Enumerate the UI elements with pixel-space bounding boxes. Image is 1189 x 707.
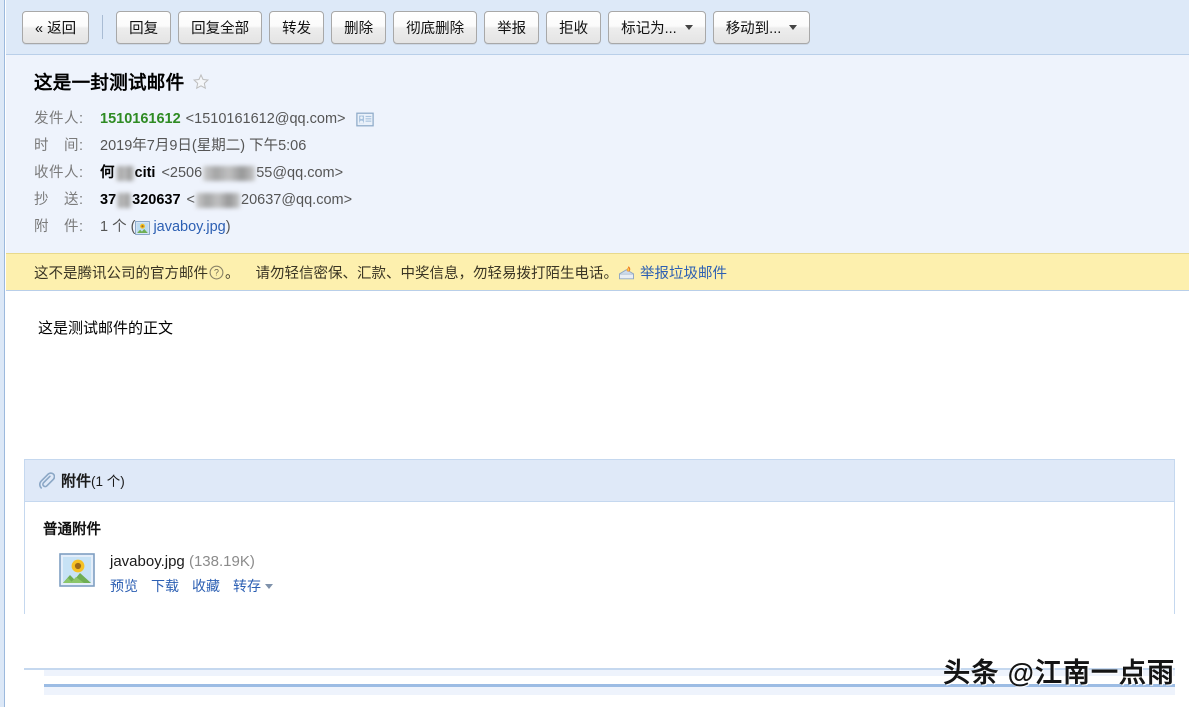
- redacted-block: [115, 166, 134, 181]
- mail-reading-pane: « 返回 回复 回复全部 转发 删除 彻底删除 举报 拒收 标记为... 移动到…: [6, 0, 1189, 707]
- mail-subject: 这是一封测试邮件: [34, 72, 185, 93]
- delete-button-label: 删除: [344, 20, 374, 37]
- to-address-suffix: 55@qq.com>: [256, 165, 344, 181]
- cc-address-suffix: 20637@qq.com>: [241, 192, 353, 208]
- forward-button-label: 转发: [282, 20, 312, 37]
- attachment-name-row: javaboy.jpg (138.19K): [110, 553, 273, 570]
- contact-card-icon[interactable]: [355, 112, 374, 127]
- attachment-download-link[interactable]: 下载: [151, 576, 179, 596]
- cc-name-prefix: 37: [100, 192, 117, 208]
- attachment-filename-link[interactable]: javaboy.jpg: [153, 214, 225, 241]
- attachment-item: javaboy.jpg (138.19K) 预览 下载 收藏 转存: [43, 553, 1174, 596]
- chevron-down-icon: [265, 583, 273, 589]
- reply-all-button[interactable]: 回复全部: [178, 10, 263, 44]
- attachment-summary-row: 附 件: 1 个 ( javaboy.jpg ): [34, 214, 1189, 241]
- reply-all-button-label: 回复全部: [191, 20, 250, 37]
- date-label: 时 间:: [34, 138, 84, 154]
- permanent-delete-button[interactable]: 彻底删除: [393, 10, 478, 44]
- attachment-details: javaboy.jpg (138.19K) 预览 下载 收藏 转存: [110, 553, 273, 596]
- sunflower-thumbnail-icon: [135, 220, 151, 235]
- attachment-actions: 预览 下载 收藏 转存: [110, 576, 273, 596]
- phishing-warning-banner: 这不是腾讯公司的官方邮件 ? 。 请勿轻信密保、汇款、中奖信息，勿轻易拨打陌生电…: [6, 253, 1189, 291]
- forward-button[interactable]: 转发: [269, 10, 325, 44]
- warning-period: 。: [225, 265, 240, 282]
- attachments-panel-title: 附件(1 个): [61, 470, 125, 491]
- mark-as-button-label: 标记为...: [621, 20, 677, 37]
- reject-button[interactable]: 拒收: [546, 10, 602, 44]
- mail-body: 这是测试邮件的正文: [6, 291, 1189, 459]
- watermark: 头条 @江南一点雨: [943, 658, 1175, 688]
- attachments-panel-header: 附件(1 个): [25, 460, 1174, 502]
- report-spam-link[interactable]: 举报垃圾邮件: [640, 262, 727, 283]
- attachment-file-size: (138.19K): [188, 553, 255, 570]
- cc-address-prefix: <: [186, 192, 195, 208]
- redacted-block: [117, 193, 132, 208]
- mail-body-text: 这是测试邮件的正文: [38, 320, 174, 337]
- mail-header: 这是一封测试邮件 发件人: 1510161612 <1510161612@qq.…: [6, 55, 1189, 253]
- from-label: 发件人:: [34, 111, 84, 127]
- to-name-prefix: 何: [100, 165, 115, 181]
- back-button[interactable]: « 返回: [22, 10, 90, 44]
- attachment-favorite-link[interactable]: 收藏: [192, 576, 220, 596]
- attachment-close-paren: ): [225, 219, 231, 235]
- star-outline-icon[interactable]: [192, 73, 210, 91]
- redacted-block: [203, 166, 256, 181]
- to-address-prefix: <2506: [161, 165, 203, 181]
- attachments-title-text: 附件: [61, 473, 92, 490]
- attachment-preview-link[interactable]: 预览: [110, 576, 138, 596]
- attachments-panel: 附件(1 个) 普通附件 javaboy.jpg (138.19K) 预览 下载…: [24, 459, 1175, 614]
- attachment-saveas-label: 转存: [233, 578, 261, 594]
- from-row: 发件人: 1510161612 <1510161612@qq.com>: [34, 106, 1189, 133]
- back-button-label: « 返回: [35, 20, 77, 37]
- spam-mailbox-icon: [619, 265, 634, 279]
- attachment-group-title: 普通附件: [43, 522, 101, 538]
- warning-text: 这不是腾讯公司的官方邮件: [34, 265, 208, 282]
- sunflower-photo-icon[interactable]: [59, 553, 95, 587]
- attachments-count-text: (1 个): [91, 474, 125, 489]
- report-button[interactable]: 举报: [484, 10, 540, 44]
- move-to-button-label: 移动到...: [725, 20, 782, 37]
- from-name[interactable]: 1510161612: [100, 106, 181, 133]
- date-row: 时 间: 2019年7月9日(星期二) 下午5:06: [34, 133, 1189, 160]
- question-mark-circle-icon[interactable]: ?: [209, 265, 224, 280]
- subject-row: 这是一封测试邮件: [34, 69, 1189, 95]
- date-value: 2019年7月9日(星期二) 下午5:06: [100, 138, 307, 154]
- mail-toolbar: « 返回 回复 回复全部 转发 删除 彻底删除 举报 拒收 标记为... 移动到…: [6, 0, 1189, 55]
- attachment-count: 1 个 (: [100, 219, 136, 235]
- from-address: <1510161612@qq.com>: [185, 111, 346, 127]
- warning-advice: 请勿轻信密保、汇款、中奖信息，勿轻易拨打陌生电话。: [255, 265, 619, 282]
- delete-button[interactable]: 删除: [331, 10, 387, 44]
- redacted-block: [196, 193, 240, 208]
- to-label: 收件人:: [34, 165, 84, 181]
- to-row: 收件人: 何 citi <2506 55@qq.com>: [34, 160, 1189, 187]
- chevron-down-icon: [789, 24, 798, 30]
- chevron-down-icon: [684, 24, 693, 30]
- left-rail: [0, 0, 5, 707]
- attachment-saveas-dropdown[interactable]: 转存: [233, 576, 273, 596]
- reply-button-label: 回复: [129, 20, 159, 37]
- reject-button-label: 拒收: [559, 20, 589, 37]
- mark-as-dropdown-button[interactable]: 标记为...: [608, 10, 706, 44]
- paperclip-icon: [38, 472, 55, 489]
- cc-name-suffix: 320637: [132, 192, 181, 208]
- permanent-delete-button-label: 彻底删除: [406, 20, 465, 37]
- move-to-dropdown-button[interactable]: 移动到...: [712, 10, 811, 44]
- attachment-label: 附 件:: [34, 219, 84, 235]
- attachments-panel-body: 普通附件 javaboy.jpg (138.19K) 预览 下载 收藏 转存: [25, 502, 1174, 614]
- cc-label: 抄 送:: [34, 192, 84, 208]
- reply-button[interactable]: 回复: [116, 10, 172, 44]
- report-button-label: 举报: [497, 20, 527, 37]
- attachment-file-name: javaboy.jpg: [110, 553, 185, 570]
- cc-row: 抄 送: 37 320637 < 20637@qq.com>: [34, 187, 1189, 214]
- svg-text:?: ?: [214, 267, 219, 277]
- to-name-suffix: citi: [134, 165, 156, 181]
- toolbar-separator: [102, 15, 104, 39]
